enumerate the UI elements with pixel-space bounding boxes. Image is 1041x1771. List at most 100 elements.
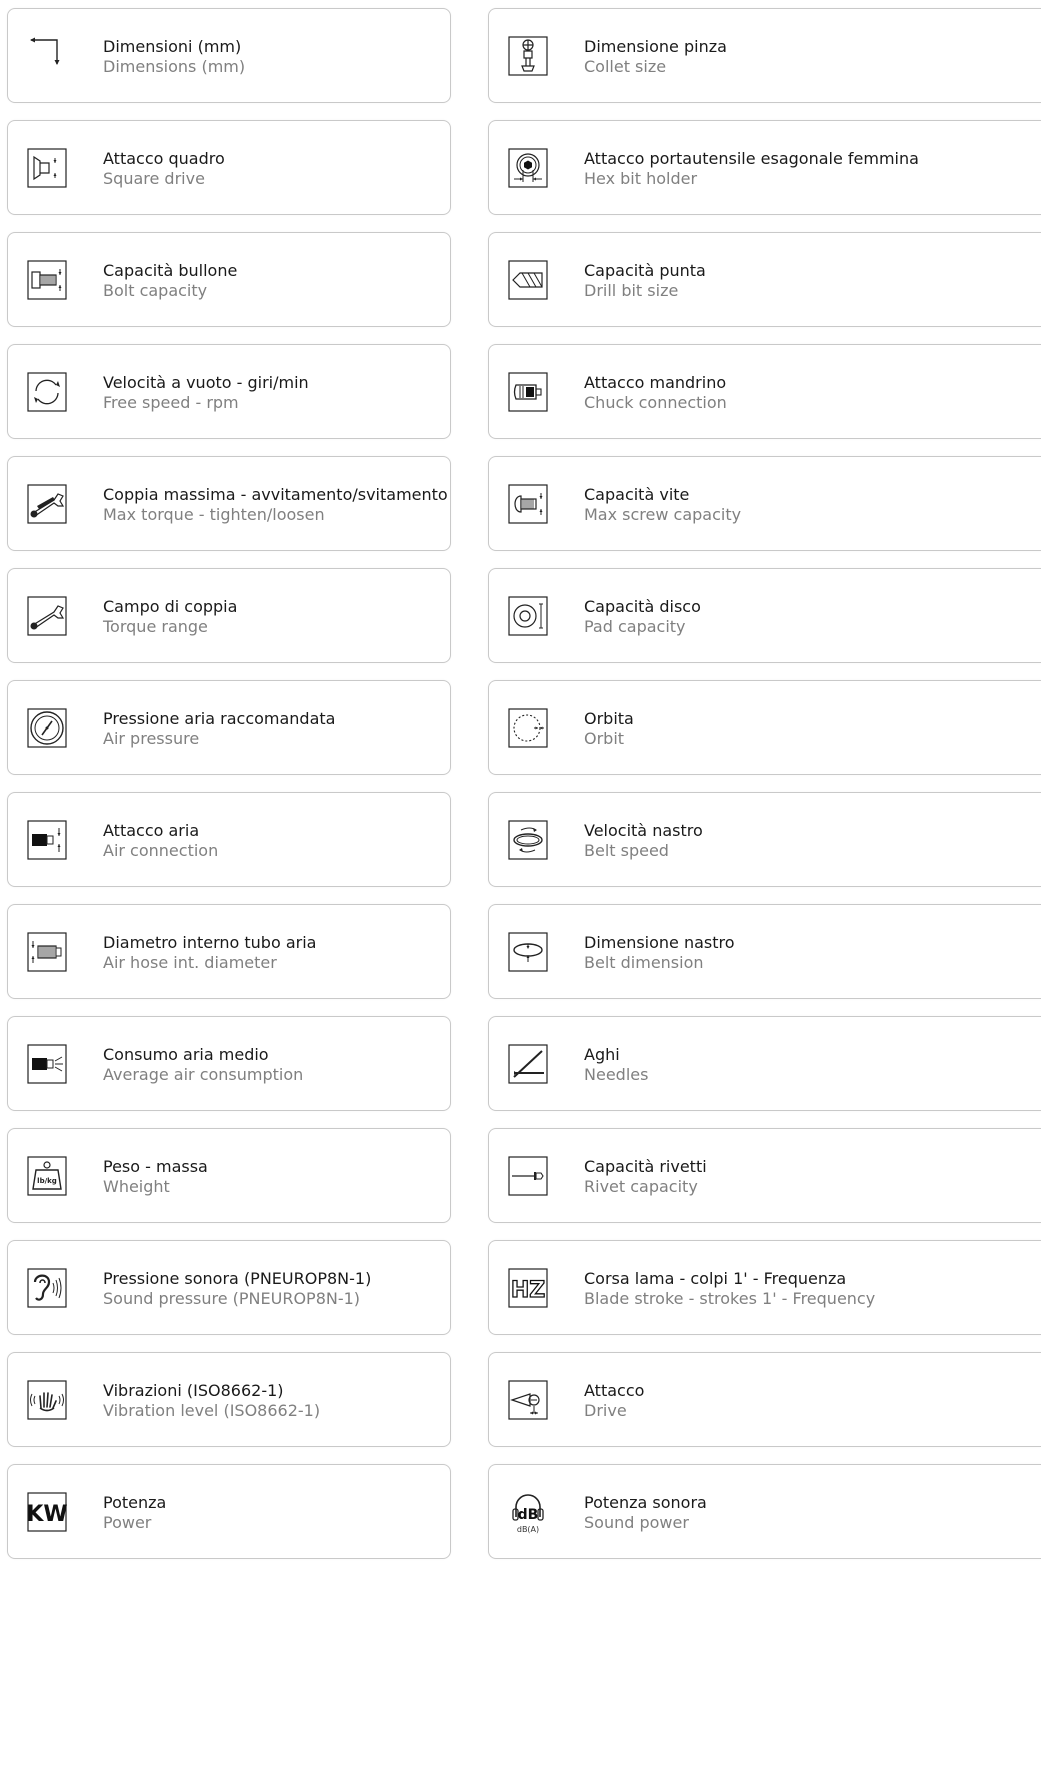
spec-label-en: Chuck connection — [584, 393, 727, 412]
spec-card-power: KW Potenza Power — [7, 1464, 451, 1559]
hex-bit-holder-icon — [508, 148, 548, 188]
spec-label-en: Dimensions (mm) — [103, 57, 246, 76]
spec-label-it: Capacità bullone — [103, 261, 238, 280]
spec-label-it: Velocità a vuoto - giri/min — [103, 373, 309, 392]
spec-label-en: Torque range — [103, 617, 208, 636]
spec-card-chuck: Attacco mandrino Chuck connection — [488, 344, 1041, 439]
spec-label-it: Attacco quadro — [103, 149, 225, 168]
ear-icon — [27, 1268, 67, 1308]
kw-icon: KW — [27, 1492, 67, 1532]
pad-icon — [508, 596, 548, 636]
spec-card-screw: Capacità vite Max screw capacity — [488, 456, 1041, 551]
needles-icon — [508, 1044, 548, 1084]
spec-label-en: Power — [103, 1513, 152, 1532]
chuck-icon — [508, 372, 548, 412]
spec-card-square-drive: Attacco quadro Square drive — [7, 120, 451, 215]
spec-card-needles: Aghi Needles — [488, 1016, 1041, 1111]
sound-power-icon-text: dB — [518, 1507, 539, 1523]
drive-icon — [508, 1380, 548, 1420]
bolt-capacity-icon — [27, 260, 67, 300]
spec-label-it: Dimensione pinza — [584, 37, 727, 56]
spec-card-hz: HZ Corsa lama - colpi 1' - Frequenza Blad… — [488, 1240, 1041, 1335]
spec-label-it: Capacità vite — [584, 485, 690, 504]
spec-card-dimensions: Dimensioni (mm) Dimensions (mm) — [7, 8, 451, 103]
spec-label-en: Air connection — [103, 841, 219, 860]
spec-label-en: Sound pressure (PNEUROP8N-1) — [103, 1289, 361, 1308]
spec-card-air-hose: Diametro interno tubo aria Air hose int. … — [7, 904, 451, 999]
spec-label-it: Corsa lama - colpi 1' - Frequenza — [584, 1269, 847, 1288]
spec-label-en: Belt speed — [584, 841, 669, 860]
spec-label-it: Velocità nastro — [584, 821, 703, 840]
spec-label-it: Dimensione nastro — [584, 933, 735, 952]
spec-label-en: Hex bit holder — [584, 169, 698, 188]
kw-icon-text: KW — [27, 1502, 67, 1527]
spec-label-it: Campo di coppia — [103, 597, 238, 616]
spec-card-max-torque: Coppia massima - avvitamento/svitamento M… — [7, 456, 451, 551]
air-connection-icon — [27, 820, 67, 860]
spec-label-it: Capacità rivetti — [584, 1157, 707, 1176]
spec-label-en: Max screw capacity — [584, 505, 742, 524]
spec-label-it: Attacco — [584, 1381, 645, 1400]
hz-icon-text: HZ — [511, 1278, 545, 1303]
sound-power-icon: dB dB(A) — [508, 1487, 548, 1535]
spec-card-free-speed: Velocità a vuoto - giri/min Free speed - … — [7, 344, 451, 439]
spec-label-it: Peso - massa — [103, 1157, 208, 1176]
spec-card-drive: Attacco Drive — [488, 1352, 1041, 1447]
rivet-icon — [508, 1156, 548, 1196]
spec-label-en: Wheight — [103, 1177, 170, 1196]
dimensions-icon — [27, 36, 67, 76]
spec-label-en: Rivet capacity — [584, 1177, 698, 1196]
spec-label-en: Vibration level (ISO8662-1) — [103, 1401, 321, 1420]
belt-dimension-icon — [508, 932, 548, 972]
spec-label-en: Blade stroke - strokes 1' - Frequency — [584, 1289, 876, 1308]
torque-range-icon — [27, 596, 67, 636]
free-speed-icon — [27, 372, 67, 412]
air-pressure-icon — [27, 708, 67, 748]
spec-label-en: Air hose int. diameter — [103, 953, 277, 972]
spec-card-drill-bit: Capacità punta Drill bit size — [488, 232, 1041, 327]
spec-label-it: Attacco mandrino — [584, 373, 727, 392]
spec-label-it: Potenza — [103, 1493, 167, 1512]
spec-card-orbit: Orbita Orbit — [488, 680, 1041, 775]
spec-label-en: Square drive — [103, 169, 205, 188]
spec-card-collet: Dimensione pinza Collet size — [488, 8, 1041, 103]
spec-label-it: Aghi — [584, 1045, 620, 1064]
spec-card-bolt-capacity: Capacità bullone Bolt capacity — [7, 232, 451, 327]
spec-card-sound-pressure: Pressione sonora (PNEUROP8N-1) Sound pres… — [7, 1240, 451, 1335]
orbit-icon — [508, 708, 548, 748]
spec-card-air-consumption: Consumo aria medio Average air consumptio… — [7, 1016, 451, 1111]
spec-label-it: Capacità disco — [584, 597, 701, 616]
spec-card-belt-speed: Velocità nastro Belt speed — [488, 792, 1041, 887]
vibration-hand-icon — [27, 1380, 67, 1420]
spec-label-it: Consumo aria medio — [103, 1045, 269, 1064]
spec-label-en: Belt dimension — [584, 953, 704, 972]
spec-card-sound-power: dB dB(A) Potenza sonora Sound power — [488, 1464, 1041, 1559]
spec-label-it: Coppia massima - avvitamento/svitamento — [103, 485, 448, 504]
spec-card-torque-range: Campo di coppia Torque range — [7, 568, 451, 663]
weight-icon-text: lb/kg — [37, 1177, 57, 1185]
spec-label-en: Needles — [584, 1065, 649, 1084]
spec-label-it: Pressione aria raccomandata — [103, 709, 336, 728]
spec-label-en: Max torque - tighten/loosen — [103, 505, 325, 524]
air-consumption-icon — [27, 1044, 67, 1084]
spec-label-it: Vibrazioni (ISO8662-1) — [103, 1381, 284, 1400]
spec-label-it: Dimensioni (mm) — [103, 37, 242, 56]
spec-card-air-pressure: Pressione aria raccomandata Air pressure — [7, 680, 451, 775]
spec-label-en: Sound power — [584, 1513, 689, 1532]
spec-card-air-connection: Attacco aria Air connection — [7, 792, 451, 887]
collet-icon — [508, 36, 548, 76]
spec-label-en: Collet size — [584, 57, 667, 76]
spec-label-it: Attacco portautensile esagonale femmina — [584, 149, 919, 168]
spec-card-vibration: Vibrazioni (ISO8662-1) Vibration level (I… — [7, 1352, 451, 1447]
hz-icon: HZ — [508, 1268, 548, 1308]
spec-label-en: Bolt capacity — [103, 281, 208, 300]
spec-label-en: Free speed - rpm — [103, 393, 239, 412]
drill-bit-icon — [508, 260, 548, 300]
spec-label-it: Attacco aria — [103, 821, 200, 840]
weight-icon: lb/kg — [27, 1156, 67, 1196]
spec-label-en: Average air consumption — [103, 1065, 304, 1084]
belt-speed-icon — [508, 820, 548, 860]
spec-card-belt-dimension: Dimensione nastro Belt dimension — [488, 904, 1041, 999]
spec-label-en: Pad capacity — [584, 617, 686, 636]
spec-card-weight: lb/kg Peso - massa Wheight — [7, 1128, 451, 1223]
